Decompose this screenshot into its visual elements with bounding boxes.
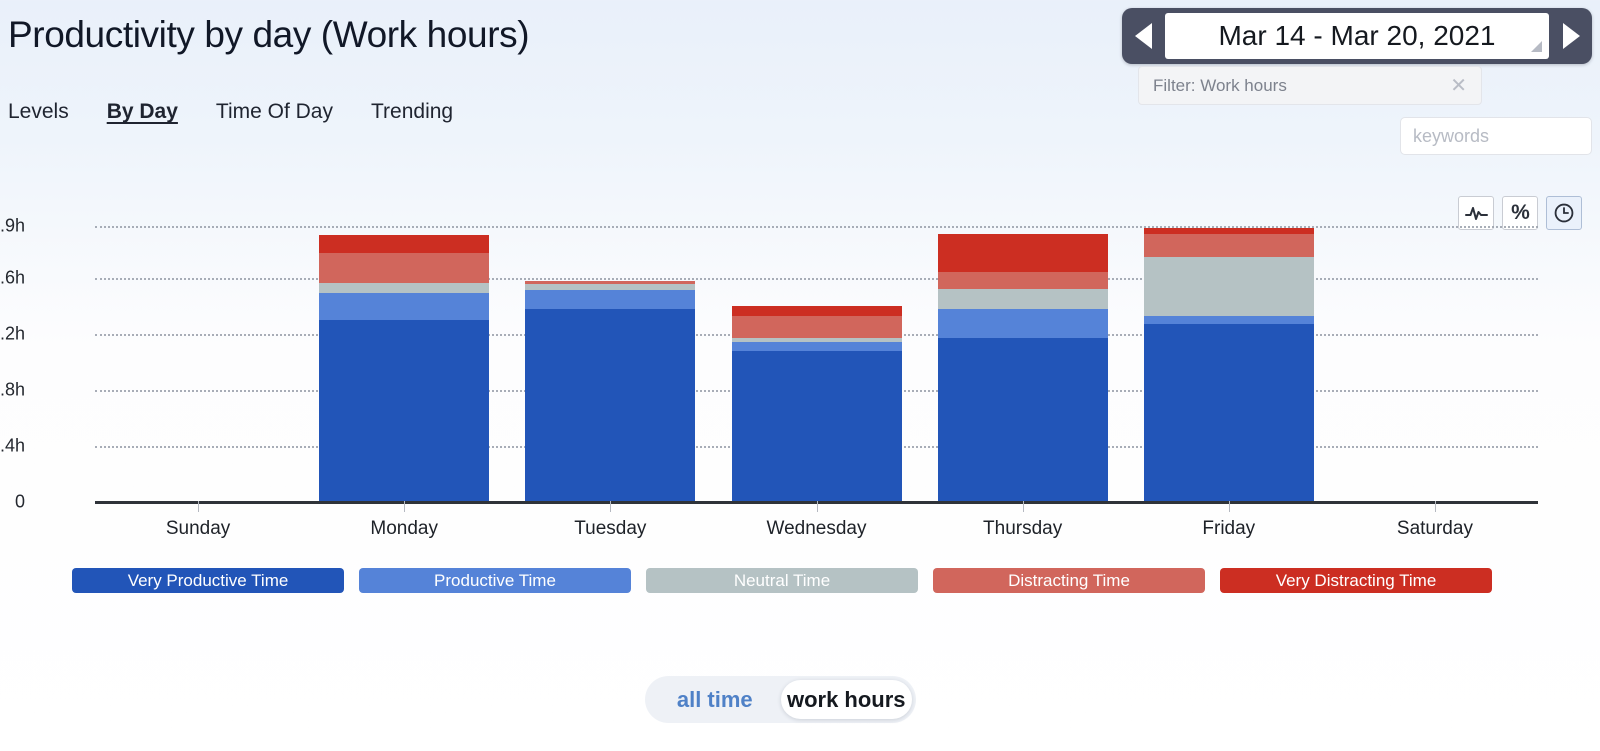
x-axis-label: Wednesday (766, 518, 867, 539)
caret-right-icon (1562, 23, 1580, 49)
x-axis-label: Tuesday (574, 518, 647, 539)
active-filter-chip[interactable]: Filter: Work hours ✕ (1138, 66, 1482, 105)
x-axis-tick (1022, 501, 1024, 512)
chart-legend: Very Productive Time Productive Time Neutr… (72, 568, 1492, 593)
close-icon[interactable]: ✕ (1450, 76, 1467, 96)
bar-segment[interactable] (731, 341, 902, 351)
bar-segment[interactable] (937, 308, 1108, 338)
x-axis-label: Thursday (983, 518, 1063, 539)
bar-monday[interactable] (319, 234, 490, 502)
next-period-button[interactable] (1550, 8, 1592, 64)
bar-segment[interactable] (1143, 233, 1314, 257)
y-axis-tick-label: 1.4h (0, 435, 25, 456)
bar-segment[interactable] (731, 306, 902, 316)
bar-friday[interactable] (1143, 227, 1314, 502)
bar-segment[interactable] (937, 271, 1108, 289)
bar-segment[interactable] (731, 350, 902, 502)
page-title: Productivity by day (Work hours) (8, 14, 530, 55)
bar-segment[interactable] (525, 289, 696, 309)
productivity-chart: 0 1.4h 2.8h 4.2h 5.6h 6.9h Sunday Monday Tuesda… (0, 180, 1600, 550)
bar-segment[interactable] (319, 252, 490, 283)
x-axis-tick (610, 501, 612, 512)
x-axis-label: Sunday (165, 518, 231, 539)
previous-period-button[interactable] (1122, 8, 1164, 64)
y-axis-tick-label: 2.8h (0, 379, 25, 400)
x-axis-label: Monday (370, 518, 439, 539)
bar-segment[interactable] (937, 233, 1108, 272)
legend-item[interactable]: Distracting Time (933, 568, 1205, 593)
x-axis-tick (816, 501, 818, 512)
tab-trending[interactable]: Trending (371, 100, 453, 124)
y-axis-tick-label: 4.2h (0, 323, 25, 344)
view-tabs: Levels By Day Time Of Day Trending (8, 100, 453, 124)
x-axis-label: Friday (1202, 518, 1256, 539)
tab-by-day[interactable]: By Day (107, 100, 178, 124)
search-input[interactable] (1411, 124, 1600, 148)
bar-segment[interactable] (1143, 324, 1314, 502)
bar-segment[interactable] (937, 288, 1108, 309)
bar-segment[interactable] (1143, 316, 1314, 324)
date-range-label: Mar 14 - Mar 20, 2021 (1218, 20, 1496, 51)
y-axis-tick-label: 6.9h (0, 215, 25, 236)
bar-segment[interactable] (319, 234, 490, 253)
bar-thursday[interactable] (937, 233, 1108, 502)
gridline (95, 226, 1538, 228)
toggle-option-all-time[interactable]: all time (649, 680, 781, 719)
productivity-by-day-page: Productivity by day (Work hours) Levels … (0, 0, 1600, 751)
bar-segment[interactable] (1143, 256, 1314, 316)
tab-levels[interactable]: Levels (8, 100, 69, 124)
caret-left-icon (1134, 23, 1152, 49)
bar-segment[interactable] (731, 315, 902, 338)
keyword-search[interactable] (1400, 117, 1600, 155)
gridline (95, 278, 1538, 280)
time-scope-toggle: all time work hours (645, 676, 916, 723)
date-range-navigator: Mar 14 - Mar 20, 2021 (1122, 8, 1592, 64)
legend-item[interactable]: Neutral Time (646, 568, 918, 593)
toggle-option-work-hours[interactable]: work hours (780, 680, 912, 719)
date-range-display[interactable]: Mar 14 - Mar 20, 2021 (1165, 13, 1549, 59)
x-axis-tick (1434, 501, 1436, 512)
bar-segment[interactable] (319, 320, 490, 502)
legend-item[interactable]: Productive Time (359, 568, 631, 593)
resize-corner-icon[interactable] (1531, 41, 1542, 52)
y-axis-tick-label: 5.6h (0, 267, 25, 288)
y-axis-tick-label: 0 (14, 491, 25, 512)
legend-item[interactable]: Very Distracting Time (1220, 568, 1492, 593)
bar-segment[interactable] (525, 308, 696, 502)
x-axis-tick (404, 501, 406, 512)
x-axis-tick (1228, 501, 1230, 512)
bar-segment[interactable] (937, 338, 1108, 502)
bar-wednesday[interactable] (731, 306, 902, 502)
filter-label: Filter: Work hours (1153, 75, 1287, 95)
bar-tuesday[interactable] (525, 281, 696, 502)
x-axis-label: Saturday (1396, 518, 1473, 539)
tab-time-of-day[interactable]: Time Of Day (216, 100, 333, 124)
legend-item[interactable]: Very Productive Time (72, 568, 344, 593)
plot-area: 0 1.4h 2.8h 4.2h 5.6h 6.9h (0, 216, 1538, 512)
bar-segment[interactable] (319, 282, 490, 293)
bar-segment[interactable] (319, 292, 490, 320)
x-axis-tick (198, 501, 200, 512)
